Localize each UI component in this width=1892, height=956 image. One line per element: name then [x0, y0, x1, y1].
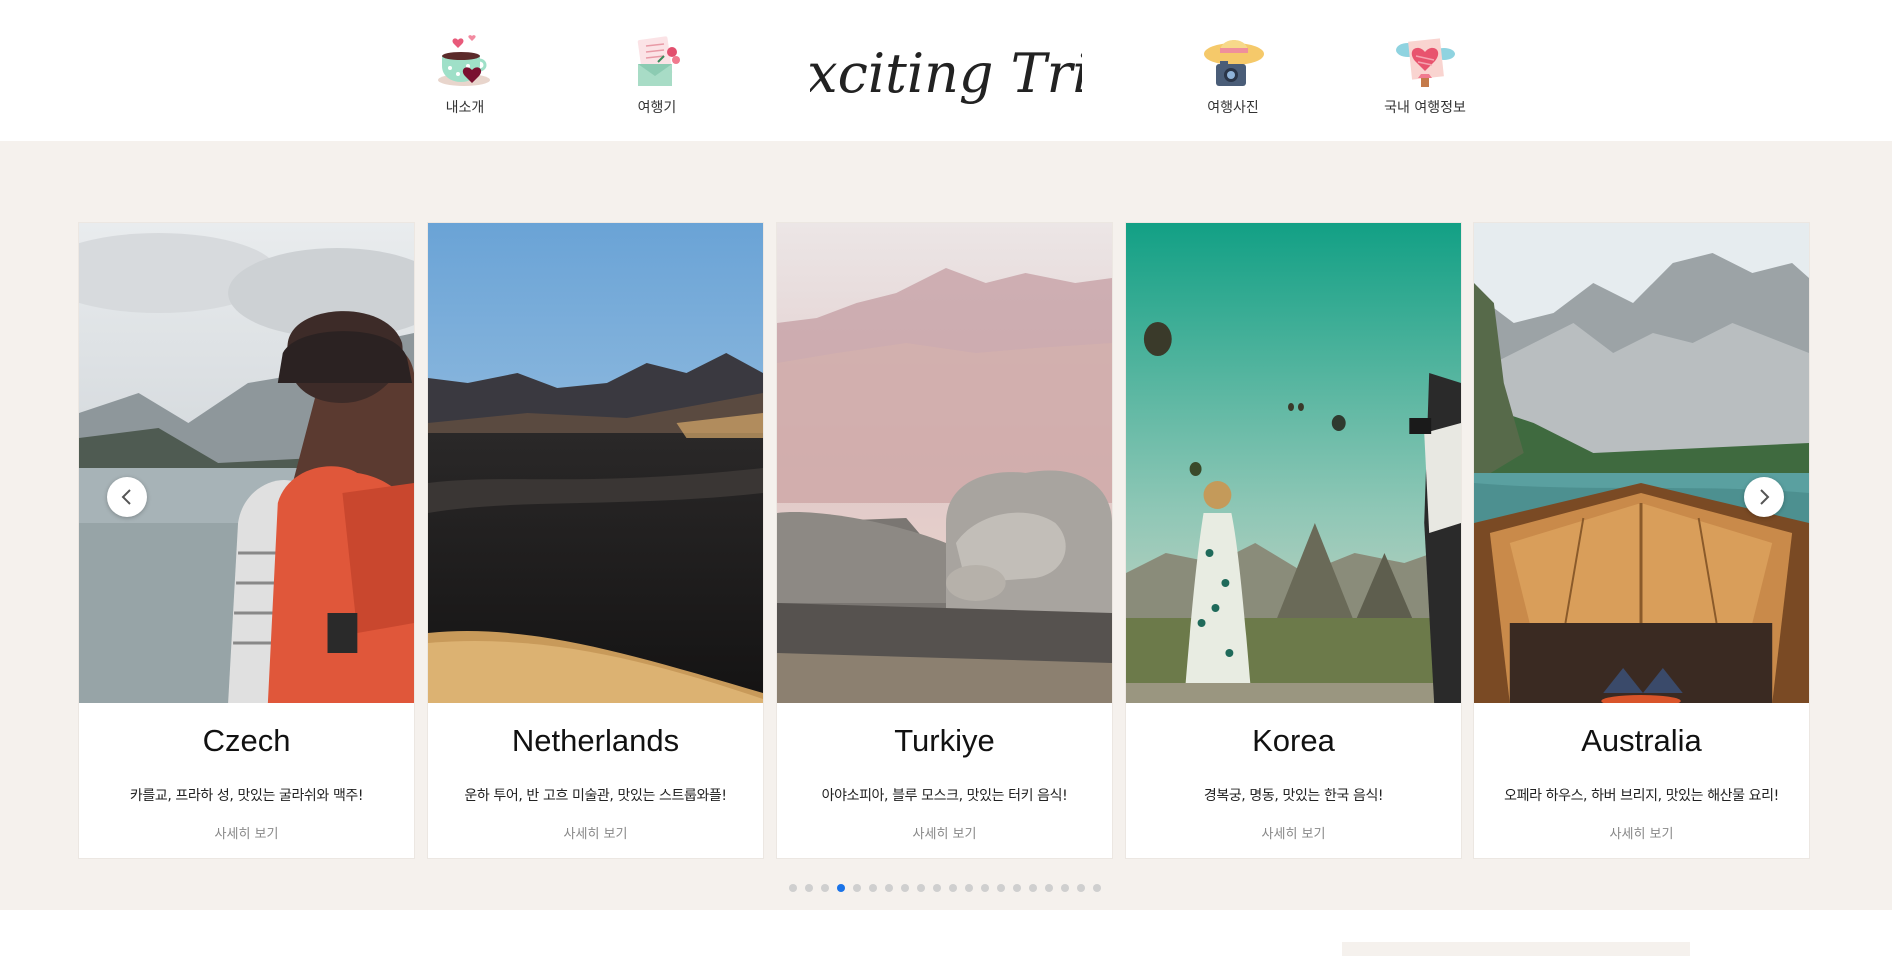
card-more-link[interactable]: 사세히 보기 [777, 823, 1112, 842]
card-description: 오페라 하우스, 하버 브리지, 맛있는 해산물 요리! [1504, 788, 1779, 804]
card-title: Netherlands [511, 723, 680, 758]
card-title: Turkiye [894, 723, 995, 758]
card-photo [777, 223, 1112, 703]
pagination-dot[interactable] [869, 884, 877, 892]
pagination-dot[interactable] [885, 884, 893, 892]
slider-next-button[interactable] [1744, 477, 1784, 517]
nav-domestic-info-label: 국내 여행정보 [1384, 100, 1466, 116]
card-title: Australia [1581, 723, 1702, 758]
nav-photos-label: 여행사진 [1207, 100, 1259, 116]
content-block [1342, 942, 1690, 956]
card-title: Korea [1252, 723, 1335, 758]
card-photo [428, 223, 763, 703]
card-more-link[interactable]: 사세히 보기 [428, 823, 763, 842]
camera-hat-icon [1204, 40, 1264, 86]
logo-text: Exciting Trip [810, 42, 1082, 105]
pagination-dot[interactable] [1045, 884, 1053, 892]
pagination-dot[interactable] [1061, 884, 1069, 892]
site-header: 내소개 여행기 Exciting Trip 여행사진 [0, 0, 1892, 141]
card-more-link[interactable]: 사세히 보기 [1126, 823, 1461, 842]
destination-card[interactable]: Korea 경복궁, 명동, 맛있는 한국 음식! 사세히 보기 [1125, 222, 1462, 859]
nav-domestic-info[interactable]: 국내 여행정보 [1360, 30, 1490, 117]
card-photo [1474, 223, 1809, 703]
card-more-link[interactable]: 사세히 보기 [1474, 823, 1809, 842]
pagination-dot[interactable] [901, 884, 909, 892]
nav-photos[interactable]: 여행사진 [1168, 30, 1298, 117]
card-description: 경복궁, 명동, 맛있는 한국 음식! [1203, 788, 1384, 804]
nav-about[interactable]: 내소개 [400, 30, 530, 117]
pagination-dot[interactable] [1013, 884, 1021, 892]
pagination-dot[interactable] [949, 884, 957, 892]
destination-card[interactable]: Turkiye 아야소피아, 블루 모스크, 맛있는 터키 음식! 사세히 보기 [776, 222, 1113, 859]
card-title: Czech [202, 723, 291, 758]
card-more-link[interactable]: 사세히 보기 [79, 823, 414, 842]
card-description: 카를교, 프라하 성, 맛있는 굴라쉬와 맥주! [129, 788, 364, 804]
pagination-dot[interactable] [789, 884, 797, 892]
chevron-right-icon [1760, 489, 1770, 505]
destination-card[interactable]: Czech 카를교, 프라하 성, 맛있는 굴라쉬와 맥주! 사세히 보기 [78, 222, 415, 859]
destination-slider: Czech 카를교, 프라하 성, 맛있는 굴라쉬와 맥주! 사세히 보기 Ne [0, 141, 1892, 910]
teacup-icon [438, 35, 490, 86]
pagination-dot[interactable] [837, 884, 845, 892]
slider-pagination [789, 884, 1109, 894]
card-description: 운하 투어, 반 고흐 미술관, 맛있는 스트룹와플! [464, 788, 727, 804]
chevron-left-icon [121, 489, 131, 505]
pagination-dot[interactable] [997, 884, 1005, 892]
pagination-dot[interactable] [805, 884, 813, 892]
pagination-dot[interactable] [1093, 884, 1101, 892]
pagination-dot[interactable] [981, 884, 989, 892]
site-logo[interactable]: Exciting Trip [810, 26, 1082, 126]
pagination-dot[interactable] [1077, 884, 1085, 892]
heart-map-icon [1396, 38, 1455, 87]
card-description: 아야소피아, 블루 모스크, 맛있는 터키 음식! [821, 788, 1068, 804]
slider-prev-button[interactable] [107, 477, 147, 517]
destination-card[interactable]: Netherlands 운하 투어, 반 고흐 미술관, 맛있는 스트룹와플! … [427, 222, 764, 859]
card-photo [79, 223, 414, 703]
nav-about-label: 내소개 [445, 100, 485, 116]
pagination-dot[interactable] [917, 884, 925, 892]
destination-card[interactable]: Australia 오페라 하우스, 하버 브리지, 맛있는 해산물 요리! 사… [1473, 222, 1810, 859]
letter-icon [637, 36, 680, 86]
pagination-dot[interactable] [1029, 884, 1037, 892]
pagination-dot[interactable] [853, 884, 861, 892]
nav-travelogue-label: 여행기 [637, 100, 677, 116]
nav-travelogue[interactable]: 여행기 [592, 30, 722, 117]
card-photo [1126, 223, 1461, 703]
pagination-dot[interactable] [965, 884, 973, 892]
pagination-dot[interactable] [821, 884, 829, 892]
pagination-dot[interactable] [933, 884, 941, 892]
